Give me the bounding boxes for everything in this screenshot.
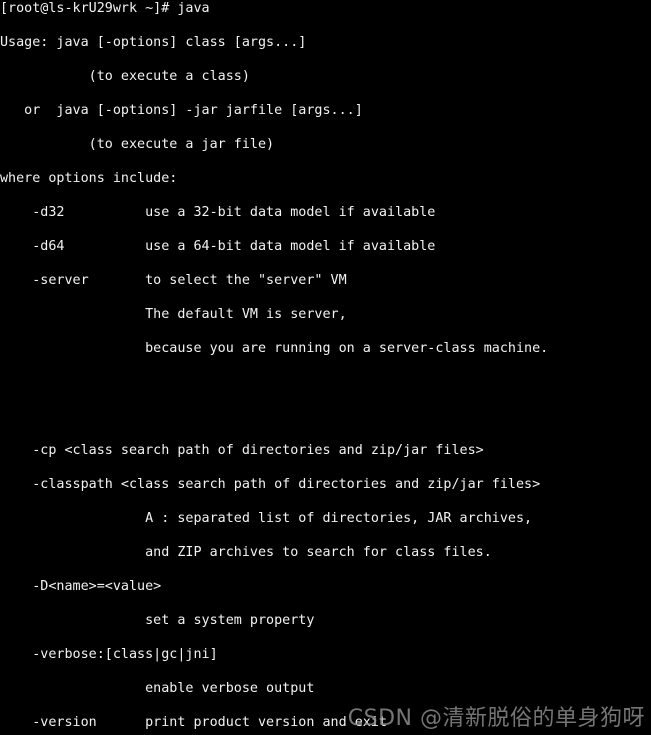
terminal-line: -verbose:[class|gc|jni] <box>0 647 218 662</box>
terminal-line: The default VM is server, <box>0 307 347 322</box>
terminal-line: -d64 use a 64-bit data model if availabl… <box>0 239 436 254</box>
terminal-line: Usage: java [-options] class [args...] <box>0 35 307 50</box>
terminal-line: or java [-options] -jar jarfile [args...… <box>0 103 363 118</box>
terminal-line: -classpath <class search path of directo… <box>0 477 541 492</box>
terminal-line: -D<name>=<value> <box>0 579 162 594</box>
terminal-line: because you are running on a server-clas… <box>0 341 549 356</box>
terminal-line: (to execute a jar file) <box>0 137 275 152</box>
terminal-line: -server to select the "server" VM <box>0 273 347 288</box>
terminal-prompt-line: [root@ls-krU29wrk ~]# java <box>0 1 210 16</box>
terminal-line: -cp <class search path of directories an… <box>0 443 484 458</box>
terminal-line: where options include: <box>0 171 178 186</box>
terminal-line: set a system property <box>0 613 315 628</box>
terminal-output: [root@ls-krU29wrk ~]# java Usage: java [… <box>0 0 651 735</box>
terminal-line: (to execute a class) <box>0 69 250 84</box>
terminal-window[interactable]: [root@ls-krU29wrk ~]# java Usage: java [… <box>0 0 651 735</box>
terminal-line: -version print product version and exit <box>0 715 387 730</box>
terminal-line: -d32 use a 32-bit data model if availabl… <box>0 205 436 220</box>
terminal-line: A : separated list of directories, JAR a… <box>0 511 533 526</box>
terminal-line: and ZIP archives to search for class fil… <box>0 545 492 560</box>
terminal-line: enable verbose output <box>0 681 315 696</box>
